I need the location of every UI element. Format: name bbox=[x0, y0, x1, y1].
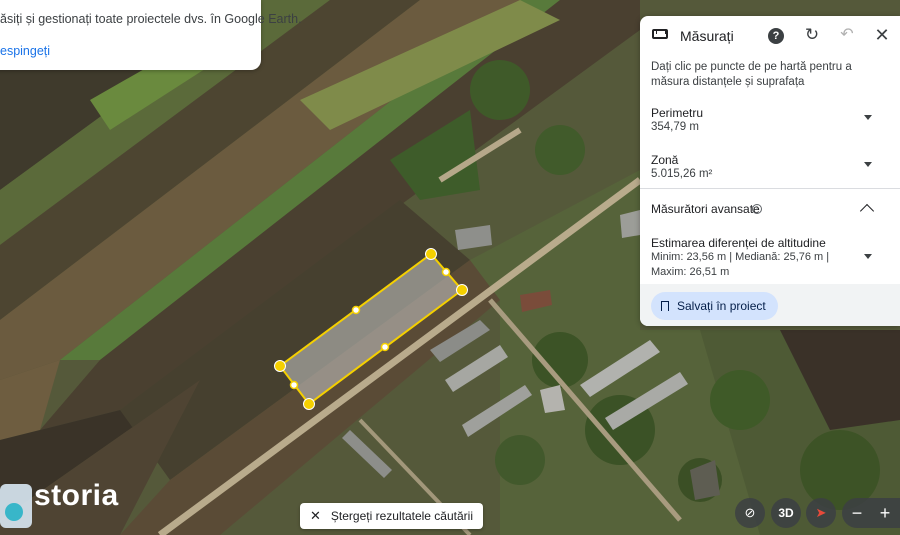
advanced-measurements-label[interactable]: Măsurători avansate bbox=[651, 202, 760, 216]
altitude-label: Estimarea diferenței de altitudine bbox=[651, 236, 826, 250]
close-icon: ✕ bbox=[310, 508, 321, 523]
area-unit-dropdown[interactable] bbox=[862, 159, 874, 171]
measure-panel: Măsurați ? ↻ ↶ ✕ Dați clic pe puncte de … bbox=[640, 16, 900, 326]
polygon-vertex bbox=[303, 398, 315, 410]
save-label: Salvați în proiect bbox=[677, 299, 766, 313]
panel-header: Măsurați ? ↻ ↶ ✕ bbox=[640, 16, 900, 56]
project-banner: ăsiți și gestionați toate proiectele dvs… bbox=[0, 0, 302, 70]
clear-search-results-button[interactable]: ✕ Ștergeți rezultatele căutării bbox=[300, 503, 483, 529]
zoom-controls: − + bbox=[842, 498, 900, 528]
perimeter-unit-dropdown[interactable] bbox=[862, 112, 874, 124]
perimeter-label: Perimetru bbox=[651, 106, 704, 120]
polygon-vertex bbox=[456, 284, 468, 296]
save-to-project-button[interactable]: Salvați în proiect bbox=[651, 292, 778, 320]
info-icon[interactable]: i bbox=[752, 204, 762, 214]
zoom-in-button[interactable]: + bbox=[871, 498, 899, 528]
help-icon[interactable]: ? bbox=[768, 28, 784, 44]
undo-icon[interactable]: ↶ bbox=[838, 26, 856, 44]
bookmark-icon bbox=[661, 301, 669, 311]
polygon-vertex bbox=[425, 248, 437, 260]
panel-description: Dați clic pe puncte de pe hartă pentru a… bbox=[651, 61, 852, 88]
reset-tilt-button[interactable]: ⊘ bbox=[735, 498, 765, 528]
close-icon[interactable]: ✕ bbox=[873, 26, 891, 44]
dismiss-link[interactable]: espingeți bbox=[0, 44, 50, 58]
polygon-midpoint bbox=[441, 267, 451, 277]
area-value: 5.015,26 m² bbox=[651, 168, 713, 180]
polygon-midpoint bbox=[289, 380, 299, 390]
polygon-midpoint bbox=[380, 342, 390, 352]
polygon-vertex bbox=[274, 360, 286, 372]
ruler-icon bbox=[652, 29, 668, 39]
zoom-out-button[interactable]: − bbox=[843, 498, 871, 528]
watermark-text: storia bbox=[34, 479, 119, 512]
tilt-off-icon: ⊘ bbox=[744, 505, 756, 520]
chevron-up-icon[interactable] bbox=[859, 203, 875, 219]
altitude-dropdown[interactable] bbox=[862, 251, 874, 263]
banner-text: ăsiți și gestionați toate proiectele dvs… bbox=[0, 12, 302, 26]
panel-divider bbox=[640, 188, 900, 189]
area-label: Zonă bbox=[651, 153, 679, 167]
polygon-midpoint bbox=[351, 305, 361, 315]
compass-icon: ➤ bbox=[815, 505, 827, 520]
compass-button[interactable]: ➤ bbox=[806, 498, 836, 528]
altitude-value: Minim: 23,56 m | Mediană: 25,76 m | Maxi… bbox=[651, 251, 830, 278]
panel-title: Măsurați bbox=[680, 28, 734, 44]
perimeter-value: 354,79 m bbox=[651, 121, 699, 133]
toggle-3d-button[interactable]: 3D bbox=[771, 498, 801, 528]
panel-footer: Salvați în proiect bbox=[640, 284, 900, 326]
refresh-icon[interactable]: ↻ bbox=[803, 26, 821, 44]
clear-search-label: Ștergeți rezultatele căutării bbox=[330, 509, 473, 523]
